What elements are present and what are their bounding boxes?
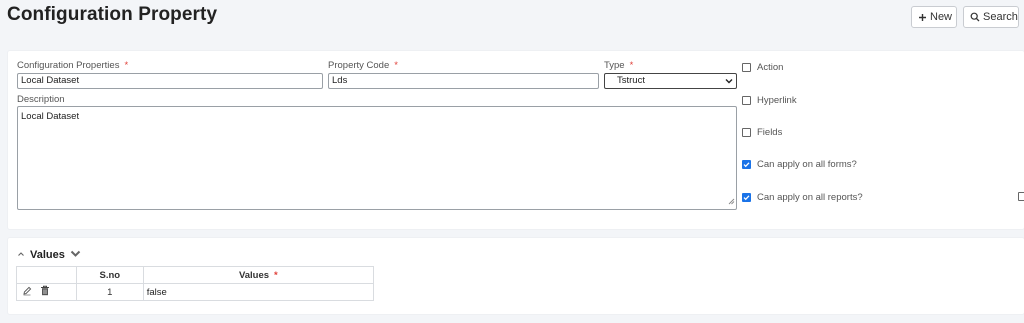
checkbox[interactable] (742, 128, 751, 137)
config-properties-label: Configuration Properties * (17, 60, 129, 71)
search-button[interactable]: Search (963, 6, 1019, 28)
values-table-header-row: S.no Values * (16, 266, 375, 284)
values-section-title: Values (30, 249, 65, 261)
option-4-row[interactable]: Can apply on all reports? (742, 192, 863, 203)
chevron-down-icon (725, 77, 733, 89)
page-title: Configuration Property (7, 4, 218, 25)
description-label: Description (17, 94, 65, 105)
plus-icon (918, 13, 927, 22)
option-3-row[interactable]: Can apply on all forms? (742, 159, 857, 170)
table-row: 1 false (16, 283, 375, 301)
row-value[interactable]: false (142, 283, 375, 301)
new-button-label: New (930, 11, 953, 23)
pencil-icon[interactable] (22, 286, 32, 299)
row-sno: 1 (75, 283, 144, 301)
type-select[interactable]: Tstruct (604, 73, 737, 89)
option-0-row[interactable]: Action (742, 62, 783, 73)
values-section-header[interactable]: Values (17, 249, 81, 261)
description-value: Local Dataset (21, 111, 80, 122)
extra-checkbox[interactable] (1018, 192, 1024, 201)
checkbox[interactable] (742, 96, 751, 105)
option-label: Can apply on all forms? (757, 159, 857, 170)
property-code-field[interactable]: Lds (328, 73, 599, 89)
type-label: Type * (604, 60, 634, 71)
option-label: Hyperlink (757, 95, 797, 106)
type-select-value: Tstruct (617, 75, 645, 86)
values-table: S.no Values * 1 false (16, 266, 375, 301)
checkbox-checked[interactable] (742, 160, 751, 169)
option-label: Fields (757, 127, 783, 138)
new-button[interactable]: New (911, 6, 957, 28)
checkbox-checked[interactable] (742, 193, 751, 202)
config-properties-field[interactable]: Local Dataset (17, 73, 323, 89)
search-icon (970, 12, 980, 22)
chevron-down-icon[interactable] (70, 249, 81, 261)
property-code-label: Property Code * (328, 60, 398, 71)
caret-up-icon[interactable] (17, 249, 25, 261)
checkbox[interactable] (742, 63, 751, 72)
trash-icon[interactable] (40, 285, 50, 299)
values-column-header: Values * (142, 266, 375, 284)
search-button-label: Search (983, 11, 1018, 23)
action-column-header (16, 266, 77, 284)
option-1-row[interactable]: Hyperlink (742, 95, 797, 106)
option-label: Can apply on all reports? (757, 192, 863, 203)
option-label: Action (757, 62, 784, 73)
sno-column-header: S.no (75, 266, 144, 284)
description-field[interactable]: Local Dataset (17, 106, 737, 210)
option-2-row[interactable]: Fields (742, 127, 782, 138)
row-actions (16, 283, 77, 301)
resize-grip-icon[interactable] (728, 197, 735, 208)
